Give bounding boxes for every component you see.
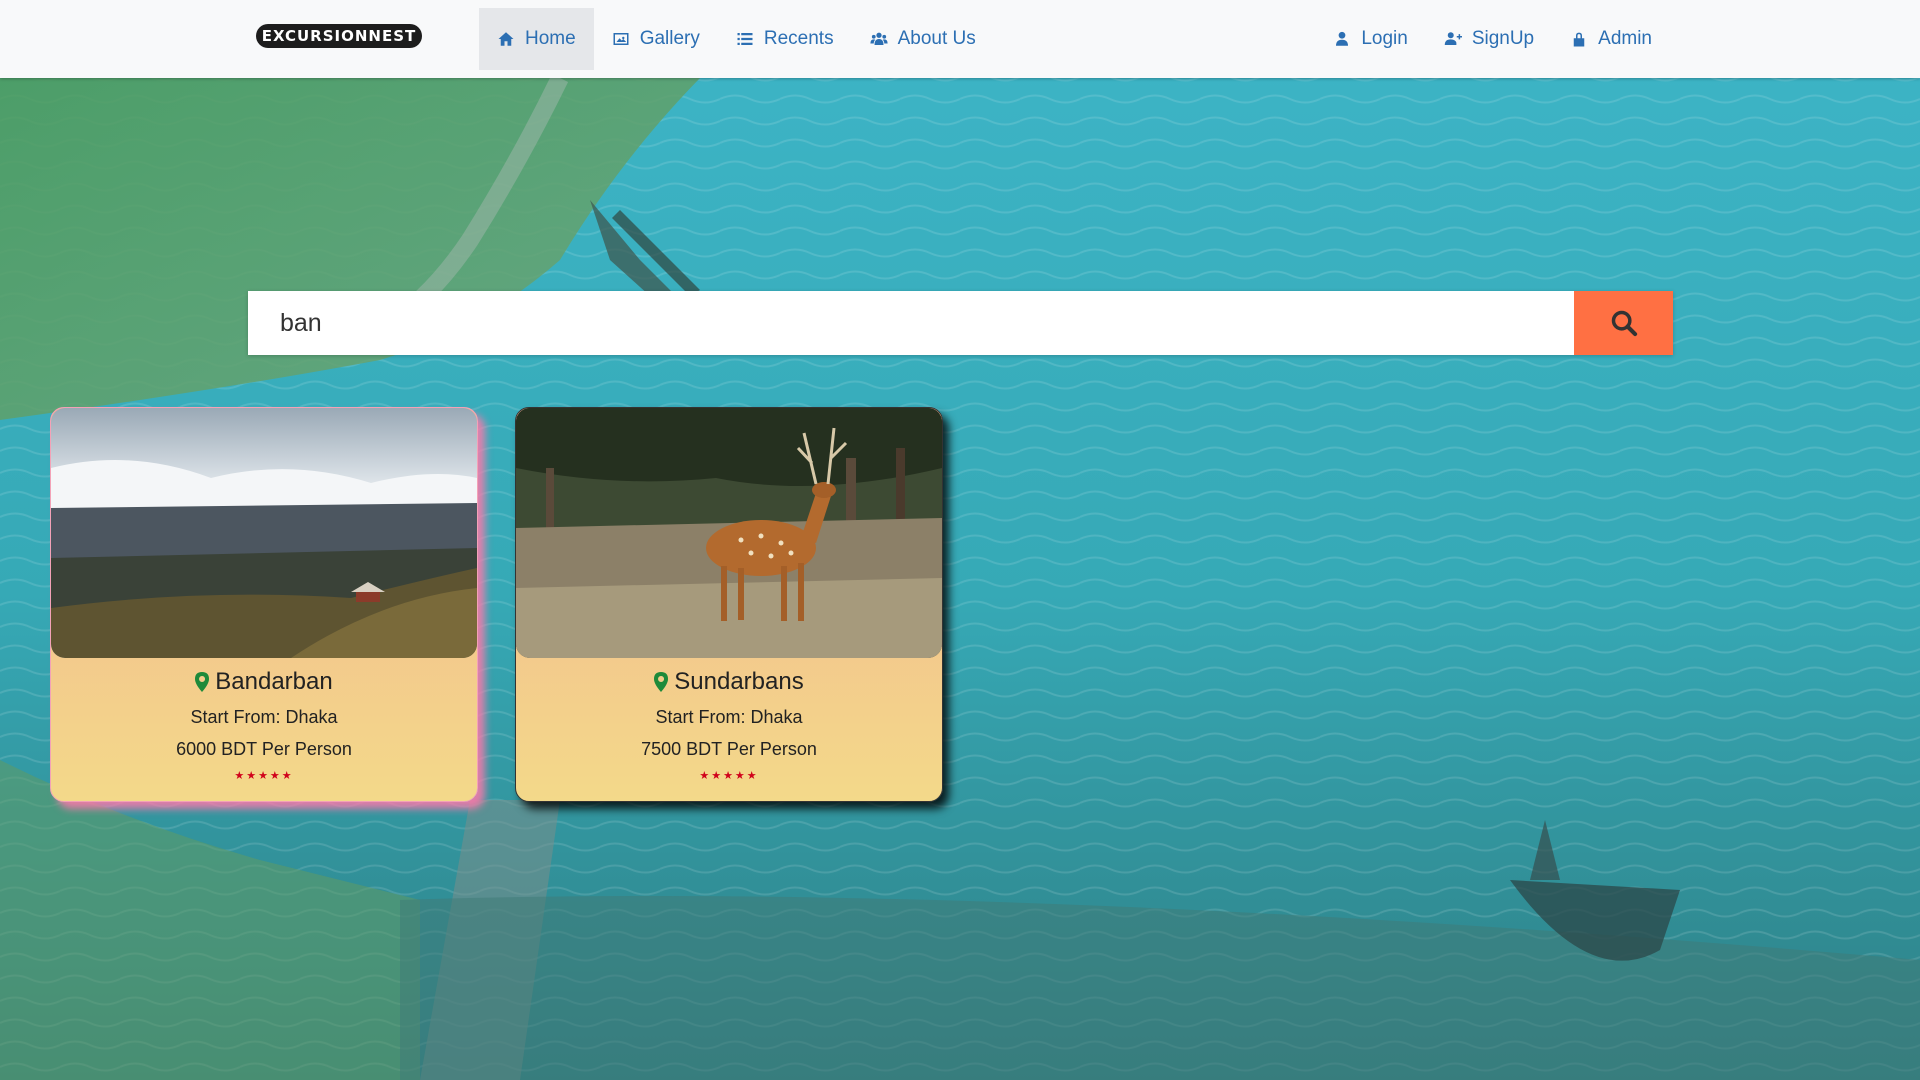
tour-card-price: 7500 BDT Per Person (641, 739, 817, 759)
nav-login[interactable]: Login (1315, 8, 1426, 70)
tour-card-start: Start From: Dhaka (655, 707, 803, 727)
nav-gallery-label: Gallery (639, 28, 700, 49)
nav-home-label: Home (525, 28, 576, 49)
tour-card-rating: ★★★★★ (234, 770, 294, 782)
nav-login-label: Login (1361, 28, 1408, 49)
nav-recents-label: Recents (763, 28, 834, 49)
map-pin-icon (195, 672, 210, 692)
search-icon (1611, 310, 1637, 337)
user-plus-icon (1444, 32, 1462, 45)
tour-card-start: Start From: Dhaka (190, 707, 338, 727)
tour-card-title: Bandarban (51, 668, 477, 696)
nav-admin-label: Admin (1598, 28, 1652, 49)
nav-admin[interactable]: Admin (1552, 8, 1670, 70)
tour-card-title: Sundarbans (516, 668, 942, 696)
users-icon (869, 32, 888, 45)
tour-card[interactable]: Sundarbans Start From: Dhaka 7500 BDT Pe… (515, 407, 943, 802)
nav-account: Login SignUp Admin (1315, 8, 1670, 70)
search-button[interactable] (1574, 291, 1673, 355)
nav-gallery[interactable]: Gallery (594, 8, 718, 70)
navbar: EXCURSIONNEST Home Gallery Recents About… (0, 0, 1920, 78)
nav-signup[interactable]: SignUp (1426, 8, 1552, 70)
nav-about-us[interactable]: About Us (852, 8, 994, 70)
search-input[interactable] (248, 291, 1574, 355)
image-icon (613, 33, 629, 45)
tour-card-image (51, 408, 477, 658)
tour-card[interactable]: Bandarban Start From: Dhaka 6000 BDT Per… (50, 407, 478, 802)
nav-about-us-label: About Us (897, 28, 976, 49)
tour-card-name: Bandarban (215, 668, 333, 695)
tour-card-price: 6000 BDT Per Person (176, 739, 352, 759)
nav-recents[interactable]: Recents (718, 8, 852, 70)
user-icon (1336, 31, 1349, 46)
map-pin-icon (654, 672, 669, 692)
nav-home[interactable]: Home (479, 8, 594, 70)
tour-card-rating: ★★★★★ (699, 770, 759, 782)
list-icon (737, 33, 753, 45)
tour-card-name: Sundarbans (674, 668, 804, 695)
nav-main: Home Gallery Recents About Us (479, 8, 994, 70)
brand-logo[interactable]: EXCURSIONNEST (256, 24, 422, 48)
tour-card-image (516, 408, 942, 658)
brand-name: EXCURSIONNEST (261, 27, 417, 45)
search-bar (248, 291, 1673, 355)
nav-signup-label: SignUp (1471, 28, 1535, 49)
lock-icon (1573, 32, 1585, 47)
home-icon (498, 32, 514, 46)
